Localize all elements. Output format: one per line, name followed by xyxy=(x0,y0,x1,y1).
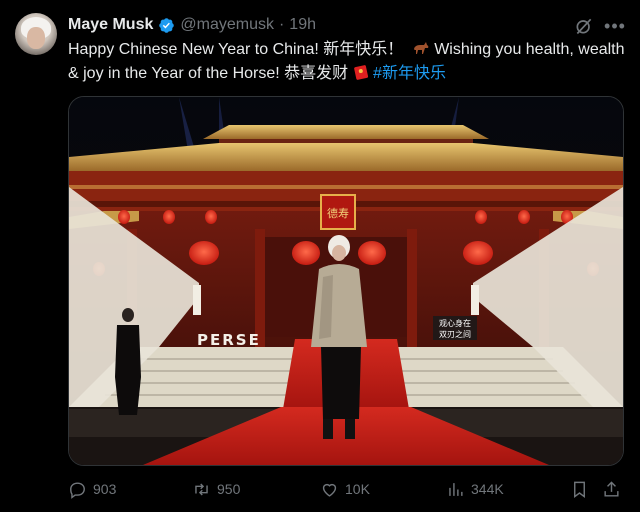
verified-badge-icon xyxy=(159,17,175,33)
separator-dot: · xyxy=(278,16,285,33)
action-bar: 903 950 10K 344K xyxy=(68,476,624,502)
repost-button[interactable]: 950 xyxy=(192,476,240,502)
photo-sign-right-line2: 双刃之间 xyxy=(439,329,471,339)
tweet-text: Happy Chinese New Year to China! 新年快乐！ W… xyxy=(68,38,628,86)
post-time[interactable]: 19h xyxy=(289,16,316,34)
grok-icon[interactable] xyxy=(574,16,594,36)
author-name[interactable]: Maye Musk xyxy=(68,16,153,34)
views-icon xyxy=(449,482,463,496)
tweet-header: Maye Musk @mayemusk · 19h xyxy=(68,15,316,35)
repost-count: 950 xyxy=(217,481,241,497)
views-count: 344K xyxy=(471,481,504,497)
horse-emoji-icon xyxy=(413,42,429,54)
avatar[interactable] xyxy=(15,13,57,55)
views-button[interactable]: 344K xyxy=(446,476,504,502)
reply-button[interactable]: 903 xyxy=(68,476,116,502)
bookmark-icon[interactable] xyxy=(570,480,589,499)
photo-sign-left: PERSE xyxy=(197,331,261,349)
photo-sign-right-line1: 观心身在 xyxy=(439,318,471,328)
reply-icon xyxy=(70,481,85,499)
hashtag-link[interactable]: #新年快乐 xyxy=(373,65,446,82)
like-button[interactable]: 10K xyxy=(320,476,370,502)
tweet-text-main: Happy Chinese New Year to China! 新年快乐！ xyxy=(68,41,404,58)
plaque-text: 德寿 xyxy=(327,206,349,220)
like-icon xyxy=(322,483,337,497)
photo-scene: 德寿 PERSE 观心身在 双刃之间 xyxy=(69,97,623,465)
repost-icon xyxy=(195,482,208,496)
tweet-photo[interactable]: 德寿 PERSE 观心身在 双刃之间 xyxy=(68,96,624,466)
share-icon[interactable] xyxy=(602,480,621,499)
avatar-face xyxy=(27,27,45,49)
author-handle[interactable]: @mayemusk xyxy=(180,16,274,34)
like-count: 10K xyxy=(345,481,370,497)
reply-count: 903 xyxy=(93,481,117,497)
more-icon[interactable]: ••• xyxy=(604,16,626,36)
red-envelope-emoji-icon xyxy=(353,65,368,80)
